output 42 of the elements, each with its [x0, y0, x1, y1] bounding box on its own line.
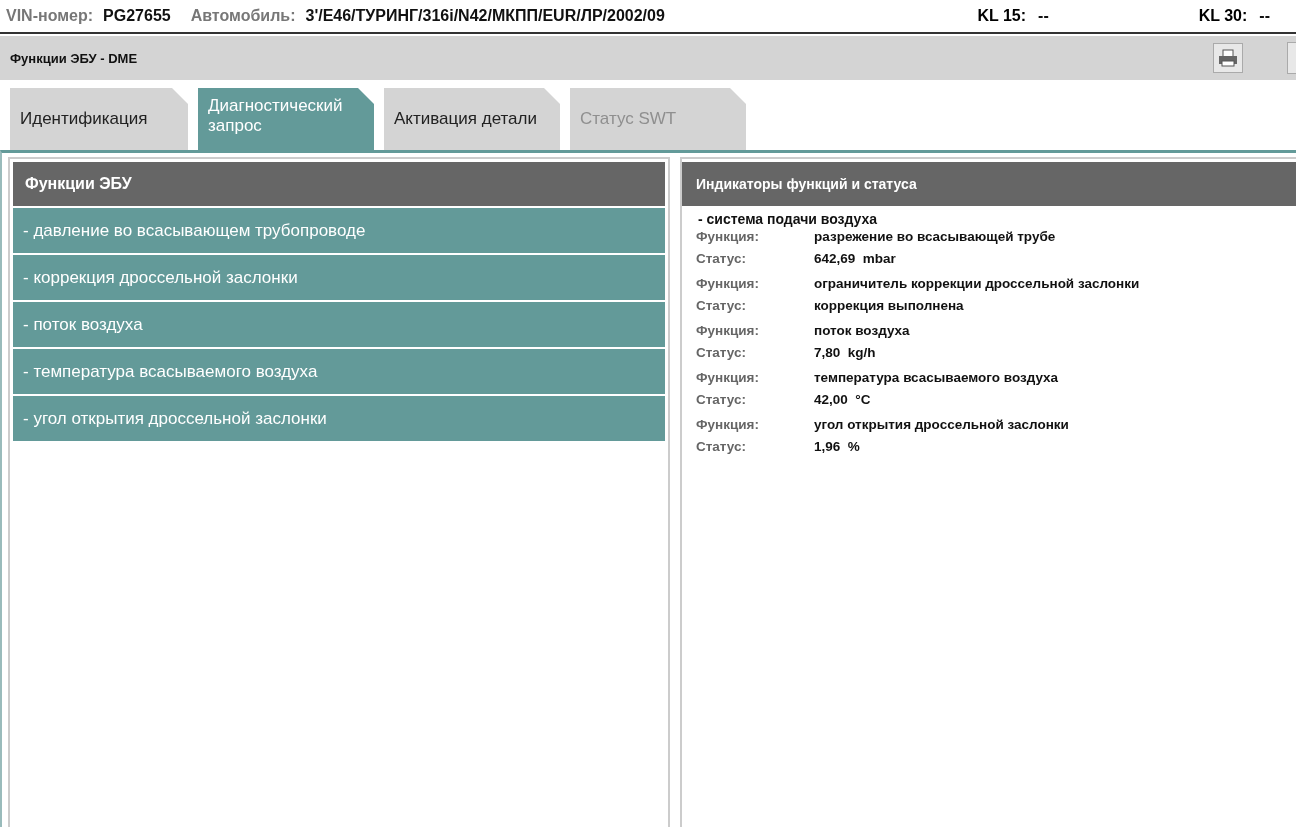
function-label: Функция:: [696, 323, 760, 338]
kl30-value: --: [1259, 7, 1270, 25]
function-value: температура всасываемого воздуха: [814, 370, 1059, 385]
status-value: 1,96 %: [814, 439, 861, 454]
kl15-value: --: [1038, 7, 1049, 25]
panel-header: Индикаторы функций и статуса: [682, 162, 1296, 206]
function-list-item[interactable]: - угол открытия дроссельной заслонки: [13, 396, 665, 441]
status-value: 42,00 °C: [814, 392, 872, 407]
function-list-item[interactable]: - температура всасываемого воздуха: [13, 349, 665, 394]
function-value: разрежение во всасывающей трубе: [814, 229, 1056, 244]
function-list-item[interactable]: - поток воздуха: [13, 302, 665, 347]
function-label: Функция:: [696, 276, 760, 291]
function-value: ограничитель коррекции дроссельной заслонки: [814, 276, 1140, 291]
status-label: Статус:: [696, 298, 747, 313]
tab[interactable]: Активация детали: [384, 88, 560, 150]
function-value: поток воздуха: [814, 323, 910, 338]
vehicle-value: 3'/E46/ТУРИНГ/316i/N42/МКПП/EUR/ЛР/2002/09: [305, 7, 665, 25]
status-label: Статус:: [696, 392, 747, 407]
function-label: Функция:: [696, 417, 760, 432]
screen-title: Функции ЭБУ - DME: [10, 50, 139, 66]
printer-icon: [1218, 49, 1238, 67]
vehicle-label: Автомобиль:: [190, 7, 296, 25]
status-label: Статус:: [696, 345, 747, 360]
kl15-label: KL 15:: [977, 7, 1027, 25]
group-heading: - система подачи воздуха: [698, 211, 879, 227]
function-list-item[interactable]: - давление во всасывающем трубопроводе: [13, 208, 665, 253]
status-value: коррекция выполнена: [814, 298, 965, 313]
function-label: Функция:: [696, 370, 760, 385]
status-value: 642,69 mbar: [814, 251, 897, 266]
status-label: Статус:: [696, 251, 747, 266]
status-value: 7,80 kg/h: [814, 345, 877, 360]
vin-label: VIN-номер:: [6, 7, 94, 25]
function-value: угол открытия дроссельной заслонки: [814, 417, 1069, 432]
function-list-item[interactable]: - коррекция дроссельной заслонки: [13, 255, 665, 300]
function-label: Функция:: [696, 229, 760, 244]
tab[interactable]: Диагностический запрос: [198, 88, 374, 150]
vin-value: PG27655: [103, 7, 171, 25]
kl30-label: KL 30:: [1198, 7, 1248, 25]
print-button[interactable]: [1213, 43, 1243, 73]
status-label: Статус:: [696, 439, 747, 454]
panel-header: Функции ЭБУ: [13, 162, 665, 206]
tab[interactable]: Идентификация: [10, 88, 188, 150]
